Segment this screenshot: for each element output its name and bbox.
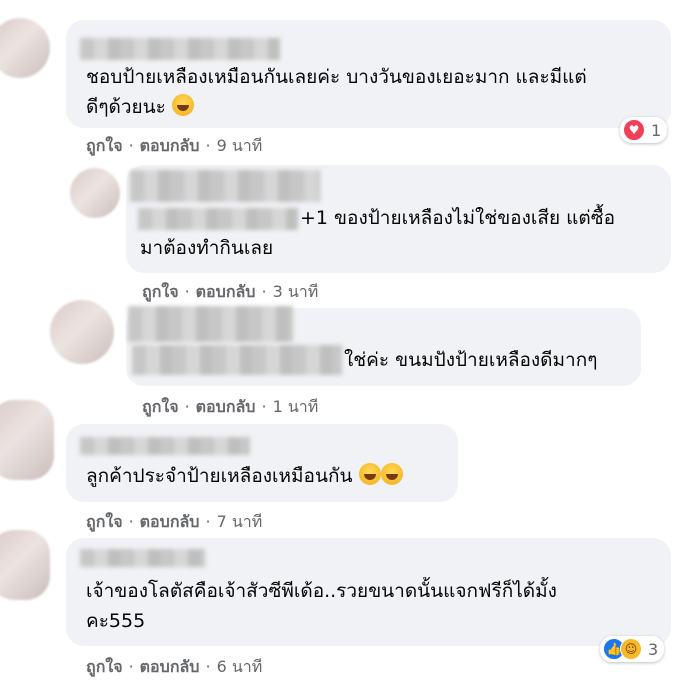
grinning-emoji-icon [358, 463, 381, 485]
grinning-emoji-icon [380, 463, 403, 485]
separator: · [261, 397, 267, 416]
comment-actions: ถูกใจ · ตอบกลับ · 1 นาที [142, 395, 318, 420]
commenter-avatar[interactable] [0, 400, 54, 480]
like-link[interactable]: ถูกใจ [142, 282, 179, 301]
reply-link[interactable]: ตอบกลับ [140, 657, 200, 676]
commenter-avatar[interactable] [70, 168, 120, 218]
reply-link[interactable]: ตอบกลับ [140, 512, 200, 531]
like-link[interactable]: ถูกใจ [86, 657, 123, 676]
timestamp-link[interactable]: 1 นาที [273, 397, 319, 416]
timestamp-link[interactable]: 6 นาที [217, 657, 263, 676]
separator: · [261, 282, 267, 301]
love-icon: ♥ [623, 119, 645, 141]
separator: · [205, 657, 211, 676]
commenter-avatar[interactable] [0, 530, 50, 600]
separator: · [184, 282, 190, 301]
reaction-summary[interactable]: ♥ 1 [620, 117, 668, 143]
reaction-summary[interactable]: 👍 ☺ 3 [600, 636, 665, 662]
timestamp-link[interactable]: 9 นาที [217, 136, 263, 155]
separator: · [205, 136, 211, 155]
comment-text: ใช่ค่ะ ขนมปังป้ายเหลืองดีมากๆ [344, 349, 598, 371]
comment-text: ลูกค้าประจำป้ายเหลืองเหมือนกัน [86, 461, 456, 491]
separator: · [128, 657, 134, 676]
commenter-avatar[interactable] [50, 300, 114, 364]
commenter-name-redacted[interactable] [128, 306, 293, 342]
separator: · [205, 512, 211, 531]
reply-link[interactable]: ตอบกลับ [196, 397, 256, 416]
comment-actions: ถูกใจ · ตอบกลับ · 7 นาที [86, 510, 262, 535]
commenter-name-redacted[interactable] [132, 345, 342, 375]
haha-icon: ☺ [620, 638, 642, 660]
reply-link[interactable]: ตอบกลับ [196, 282, 256, 301]
like-link[interactable]: ถูกใจ [86, 512, 123, 531]
comment-text: ชอบป้ายเหลืองเหมือนกันเลยค่ะ บางวันของเย… [86, 66, 587, 118]
comment-actions: ถูกใจ · ตอบกลับ · 9 นาที [86, 134, 262, 159]
comment-text: +1 ของป้ายเหลืองไม่ใช่ของเสีย แต่ซื้อ มา… [140, 207, 616, 259]
commenter-avatar[interactable] [0, 18, 50, 78]
timestamp-link[interactable]: 3 นาที [273, 282, 319, 301]
commenter-name-redacted[interactable] [80, 38, 280, 60]
reaction-count: 1 [651, 120, 662, 140]
comment-text: เจ้าของโลตัสคือเจ้าสัวซีพีเด้อ..รวยขนาดน… [86, 580, 557, 632]
comment-actions: ถูกใจ · ตอบกลับ · 6 นาที [86, 655, 262, 680]
commenter-name-redacted[interactable] [80, 437, 250, 455]
reaction-count: 3 [648, 639, 659, 659]
commenter-name-redacted[interactable] [130, 170, 320, 202]
commenter-name-redacted[interactable] [80, 549, 205, 567]
timestamp-link[interactable]: 7 นาที [217, 512, 263, 531]
like-link[interactable]: ถูกใจ [142, 397, 179, 416]
reply-link[interactable]: ตอบกลับ [140, 136, 200, 155]
like-link[interactable]: ถูกใจ [86, 136, 123, 155]
laughing-emoji-icon [171, 94, 194, 116]
comment-actions: ถูกใจ · ตอบกลับ · 3 นาที [142, 280, 318, 305]
separator: · [128, 512, 134, 531]
separator: · [184, 397, 190, 416]
separator: · [128, 136, 134, 155]
